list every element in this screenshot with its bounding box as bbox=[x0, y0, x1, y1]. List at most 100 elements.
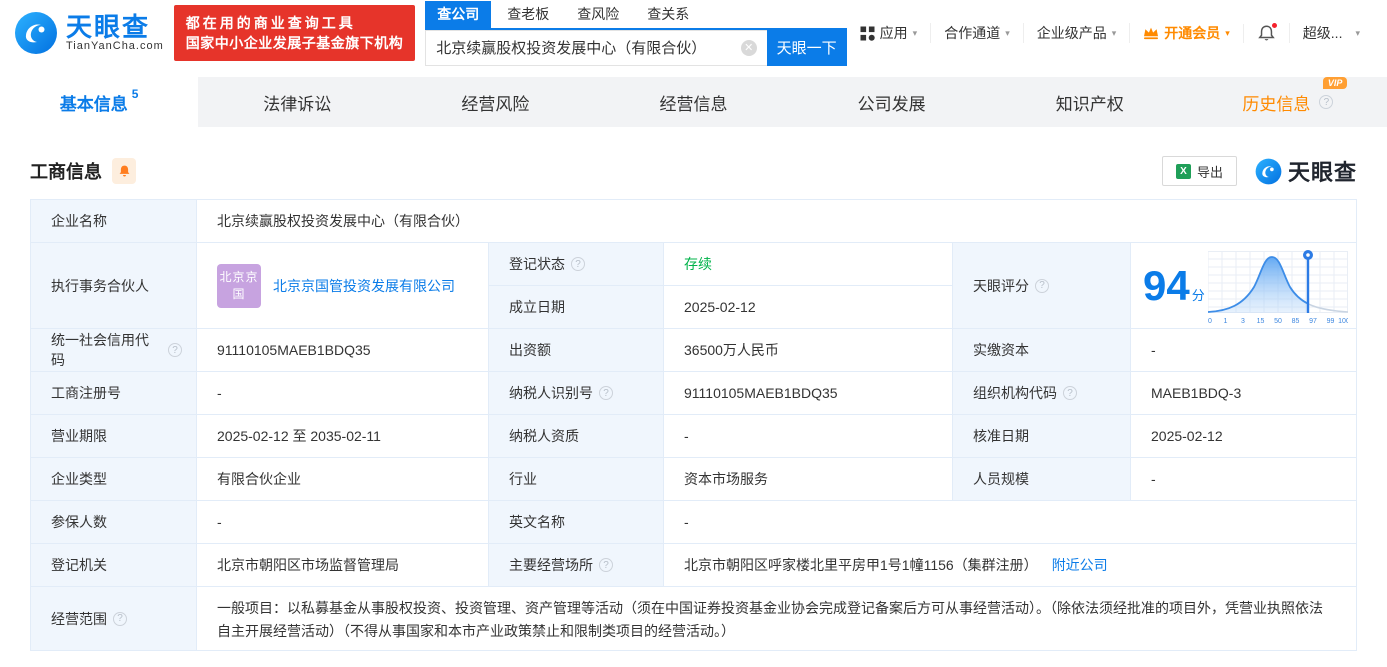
nav-open-vip[interactable]: 开通会员 ▾ bbox=[1129, 23, 1243, 43]
question-icon[interactable]: ? bbox=[599, 386, 613, 400]
chevron-down-icon: ▾ bbox=[1111, 27, 1117, 38]
score-distribution-chart: 0 1 3 15 50 85 97 99 100 bbox=[1208, 249, 1348, 325]
export-button[interactable]: X 导出 bbox=[1161, 156, 1237, 186]
field-label-paid-capital: 实缴资本 bbox=[953, 329, 1131, 372]
nav-apps-label: 应用 bbox=[879, 25, 908, 41]
monitor-bell-button[interactable] bbox=[112, 158, 136, 184]
partner-company-link[interactable]: 北京京国管投资发展有限公司 bbox=[273, 276, 455, 296]
svg-text:3: 3 bbox=[1241, 318, 1245, 325]
field-value-english-name: - bbox=[664, 501, 1357, 544]
field-label-business-term: 营业期限 bbox=[31, 415, 197, 458]
search-area: 查公司 查老板 查风险 查关系 ✕ 天眼一下 bbox=[425, 0, 847, 66]
field-label-org-code: 组织机构代码 ? bbox=[953, 372, 1131, 415]
score-unit: 分 bbox=[1191, 288, 1205, 303]
field-label-contribution: 出资额 bbox=[489, 329, 664, 372]
orange-bell-icon bbox=[119, 165, 129, 177]
tab-basic-info[interactable]: 基本信息 5 bbox=[0, 77, 199, 127]
field-label-taxpayer-quality: 纳税人资质 bbox=[489, 415, 664, 458]
question-icon[interactable]: ? bbox=[168, 343, 182, 357]
svg-text:99: 99 bbox=[1327, 318, 1335, 325]
field-label-company-type: 企业类型 bbox=[31, 458, 197, 501]
field-label-tianyan-score: 天眼评分 ? bbox=[953, 243, 1131, 329]
question-icon[interactable]: ? bbox=[599, 558, 613, 572]
field-value-business-address: 北京市朝阳区呼家楼北里平房甲1号1幢1156（集群注册） 附近公司 bbox=[664, 544, 1357, 587]
field-label-approval-date: 核准日期 bbox=[953, 415, 1131, 458]
field-label-registration-number: 工商注册号 bbox=[31, 372, 197, 415]
nav-enterprise-products[interactable]: 企业级产品 ▾ bbox=[1022, 23, 1130, 43]
field-value-org-code: MAEB1BDQ-3 bbox=[1131, 372, 1357, 415]
field-value-taxpayer-quality: - bbox=[664, 415, 953, 458]
company-detail-tabs: 基本信息 5 法律诉讼 经营风险 经营信息 公司发展 知识产权 历史信息 ? V… bbox=[0, 76, 1387, 127]
tab-company-development[interactable]: 公司发展 bbox=[793, 77, 991, 127]
search-box: ✕ bbox=[425, 29, 767, 66]
vip-badge: VIP bbox=[1322, 76, 1348, 89]
score-number: 94 bbox=[1143, 261, 1190, 309]
field-value-staff-size: - bbox=[1131, 458, 1357, 501]
field-label-insured-count: 参保人数 bbox=[31, 501, 197, 544]
field-value-paid-capital: - bbox=[1131, 329, 1357, 372]
chevron-down-icon: ▾ bbox=[1355, 27, 1360, 38]
search-tab-risk[interactable]: 查风险 bbox=[565, 1, 631, 28]
clear-search-icon[interactable]: ✕ bbox=[740, 39, 757, 56]
nav-account-label: 超级... bbox=[1302, 25, 1343, 41]
field-label-business-address: 主要经营场所 ? bbox=[489, 544, 664, 587]
search-tab-company[interactable]: 查公司 bbox=[425, 0, 492, 28]
field-value-company-type: 有限合伙企业 bbox=[197, 458, 489, 501]
tab-operation-risk[interactable]: 经营风险 bbox=[396, 77, 594, 127]
score-axis-labels: 0 1 3 15 50 85 97 99 100 bbox=[1208, 318, 1348, 325]
field-label-credit-code: 统一社会信用代码 ? bbox=[31, 329, 197, 372]
field-value-registration-authority: 北京市朝阳区市场监督管理局 bbox=[197, 544, 489, 587]
tab-basic-info-label: 基本信息 bbox=[59, 94, 128, 114]
field-label-english-name: 英文名称 bbox=[489, 501, 664, 544]
question-icon[interactable]: ? bbox=[1035, 278, 1049, 293]
question-icon[interactable]: ? bbox=[1063, 386, 1077, 400]
tab-history-info[interactable]: 历史信息 ? VIP bbox=[1189, 76, 1387, 127]
nav-account[interactable]: 超级... ▾ bbox=[1288, 23, 1373, 43]
field-value-contribution: 36500万人民币 bbox=[664, 329, 953, 372]
field-value-registration-status: 存续 bbox=[664, 243, 953, 286]
search-tab-boss[interactable]: 查老板 bbox=[495, 1, 561, 28]
question-icon[interactable]: ? bbox=[1319, 95, 1334, 109]
tab-operation-info[interactable]: 经营信息 bbox=[594, 77, 792, 127]
top-header: 天眼查 TianYanCha.com 都在用的商业查询工具 国家中小企业发展子基… bbox=[0, 0, 1387, 66]
promo-line1: 都在用的商业查询工具 bbox=[185, 14, 356, 31]
svg-text:0: 0 bbox=[1208, 318, 1212, 325]
field-label-taxpayer-id: 纳税人识别号 ? bbox=[489, 372, 664, 415]
nav-notifications[interactable] bbox=[1242, 21, 1289, 43]
question-icon[interactable]: ? bbox=[571, 257, 585, 271]
question-icon[interactable]: ? bbox=[113, 611, 127, 626]
svg-text:100: 100 bbox=[1338, 318, 1348, 325]
nav-partner-label: 合作通道 bbox=[944, 25, 1001, 41]
field-value-establish-date: 2025-02-12 bbox=[664, 286, 953, 329]
brand-domain: TianYanCha.com bbox=[66, 39, 164, 52]
tianyancha-logo[interactable]: 天眼查 TianYanCha.com bbox=[14, 11, 164, 55]
field-value-approval-date: 2025-02-12 bbox=[1131, 415, 1357, 458]
app-grid-icon bbox=[860, 26, 875, 41]
nav-apps[interactable]: 应用 ▾ bbox=[847, 23, 931, 43]
watermark-text: 天眼查 bbox=[1287, 160, 1357, 185]
nearby-companies-link[interactable]: 附近公司 bbox=[1052, 555, 1108, 575]
promo-line2: 国家中小企业发展子基金旗下机构 bbox=[185, 35, 404, 51]
field-label-registration-authority: 登记机关 bbox=[31, 544, 197, 587]
address-text: 北京市朝阳区呼家楼北里平房甲1号1幢1156（集群注册） bbox=[684, 557, 1038, 573]
brand-name: 天眼查 bbox=[66, 11, 151, 42]
field-value-registration-number: - bbox=[197, 372, 489, 415]
tianyancha-logo-icon bbox=[15, 12, 57, 54]
tianyancha-watermark-icon bbox=[1255, 158, 1282, 184]
search-tab-relation[interactable]: 查关系 bbox=[635, 1, 701, 28]
field-value-insured-count: - bbox=[197, 501, 489, 544]
chevron-down-icon: ▾ bbox=[1225, 27, 1230, 38]
search-input[interactable] bbox=[436, 39, 741, 56]
chevron-down-icon: ▾ bbox=[1005, 27, 1010, 38]
tab-legal-litigation[interactable]: 法律诉讼 bbox=[198, 77, 396, 127]
field-value-tianyan-score[interactable]: 94 分 0 1 3 15 50 85 97 99 100 bbox=[1131, 243, 1357, 329]
nav-partner-channel[interactable]: 合作通道 ▾ bbox=[930, 23, 1023, 43]
search-button[interactable]: 天眼一下 bbox=[766, 29, 847, 66]
tab-intellectual-property[interactable]: 知识产权 bbox=[991, 77, 1189, 127]
business-info-table: 企业名称 北京续赢股权投资发展中心（有限合伙） 执行事务合伙人 北京京国 北京京… bbox=[30, 199, 1357, 651]
section-title: 工商信息 bbox=[30, 162, 102, 182]
field-label-industry: 行业 bbox=[489, 458, 664, 501]
field-label-executive-partner: 执行事务合伙人 bbox=[31, 243, 197, 329]
svg-text:1: 1 bbox=[1224, 318, 1228, 325]
partner-avatar[interactable]: 北京京国 bbox=[217, 263, 261, 308]
